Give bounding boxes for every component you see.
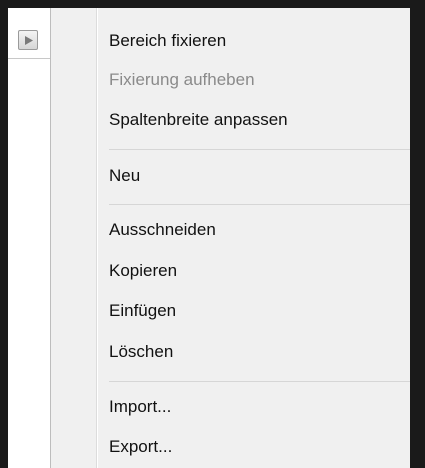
left-panel <box>8 8 51 468</box>
menu-item-bereich-fixieren[interactable]: Bereich fixieren <box>109 30 226 52</box>
menu-icon-gutter <box>51 8 96 468</box>
menu-item-ausschneiden[interactable]: Ausschneiden <box>109 219 216 241</box>
context-menu: Bereich fixieren Fixierung aufheben Spal… <box>50 8 411 468</box>
menu-separator <box>109 149 411 150</box>
screenshot-frame: Bereich fixieren Fixierung aufheben Spal… <box>0 0 425 468</box>
menu-item-spaltenbreite-anpassen[interactable]: Spaltenbreite anpassen <box>109 109 288 131</box>
triangle-right-icon <box>25 36 33 45</box>
panel-divider <box>8 58 50 59</box>
menu-item-einfuegen[interactable]: Einfügen <box>109 300 176 322</box>
gutter-separator-highlight <box>97 8 98 468</box>
menu-item-import[interactable]: Import... <box>109 396 171 418</box>
menu-item-export[interactable]: Export... <box>109 436 172 458</box>
menu-item-fixierung-aufheben[interactable]: Fixierung aufheben <box>109 69 255 91</box>
menu-item-kopieren[interactable]: Kopieren <box>109 260 177 282</box>
menu-item-loeschen[interactable]: Löschen <box>109 341 173 363</box>
menu-separator <box>109 381 411 382</box>
right-border <box>410 8 425 468</box>
menu-item-neu[interactable]: Neu <box>109 165 140 187</box>
expand-button[interactable] <box>18 30 38 50</box>
menu-separator <box>109 204 411 205</box>
